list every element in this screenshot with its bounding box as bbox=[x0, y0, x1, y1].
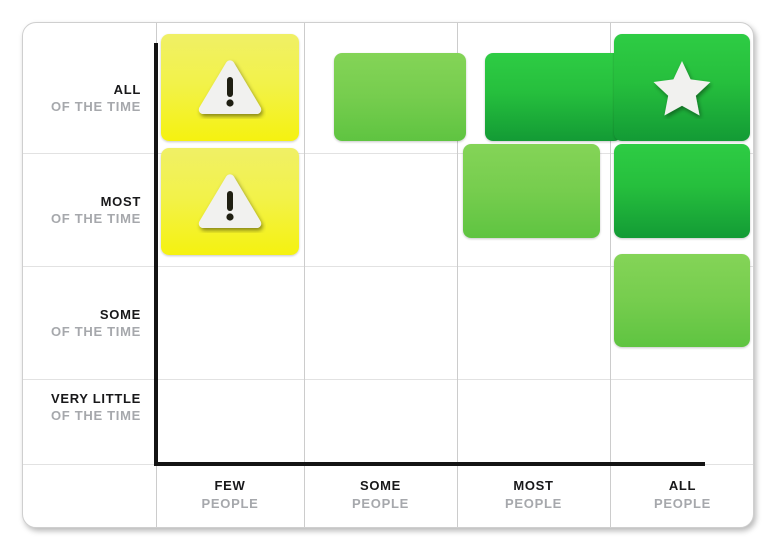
col-label-sub: PEOPLE bbox=[505, 496, 562, 511]
warning-icon bbox=[198, 59, 262, 114]
col-label-sub: PEOPLE bbox=[654, 496, 711, 511]
col-label-main: MOST bbox=[513, 478, 554, 493]
matrix-cell-all-some[interactable] bbox=[334, 53, 466, 141]
row-label-sub: OF THE TIME bbox=[50, 99, 141, 114]
col-label-main: FEW bbox=[214, 478, 246, 493]
row-label-all: ALL OF THE TIME bbox=[23, 83, 141, 113]
matrix-cell-all-most[interactable] bbox=[485, 53, 622, 141]
row-label-main: MOST bbox=[100, 194, 141, 209]
matrix-card: ALL OF THE TIME MOST OF THE TIME SOME OF… bbox=[22, 22, 754, 528]
col-label-main: ALL bbox=[668, 478, 697, 493]
row-label-sub: OF THE TIME bbox=[50, 211, 141, 226]
col-label-sub: PEOPLE bbox=[352, 496, 409, 511]
axis-vertical bbox=[154, 43, 158, 466]
star-icon bbox=[653, 60, 711, 115]
col-label-all: ALL PEOPLE bbox=[610, 478, 753, 511]
col-label-some: SOME PEOPLE bbox=[304, 479, 457, 510]
matrix-cell-all-all[interactable] bbox=[614, 34, 750, 141]
col-label-sub: PEOPLE bbox=[201, 496, 259, 511]
row-label-main: VERY LITTLE bbox=[50, 391, 141, 406]
matrix-cell-most-most[interactable] bbox=[463, 144, 600, 238]
gridline-horizontal bbox=[23, 379, 753, 380]
col-label-main: SOME bbox=[359, 478, 402, 493]
row-label-some: SOME OF THE TIME bbox=[23, 308, 141, 338]
axis-horizontal bbox=[154, 462, 705, 466]
row-label-main: ALL bbox=[113, 82, 141, 97]
row-label-sub: OF THE TIME bbox=[50, 324, 141, 339]
col-label-few: FEW PEOPLE bbox=[156, 479, 304, 510]
matrix-cell-most-all[interactable] bbox=[614, 144, 750, 238]
row-label-most: MOST OF THE TIME bbox=[23, 195, 141, 225]
row-label-very-little: VERY LITTLE OF THE TIME bbox=[23, 392, 141, 422]
row-label-main: SOME bbox=[99, 307, 141, 322]
gridline-vertical bbox=[304, 23, 305, 527]
warning-icon bbox=[198, 173, 262, 228]
matrix-cell-most-few[interactable] bbox=[161, 148, 299, 255]
row-label-sub: OF THE TIME bbox=[50, 408, 141, 423]
matrix-cell-all-few[interactable] bbox=[161, 34, 299, 141]
matrix-cell-some-all[interactable] bbox=[614, 254, 750, 347]
col-label-most: MOST PEOPLE bbox=[457, 479, 610, 510]
